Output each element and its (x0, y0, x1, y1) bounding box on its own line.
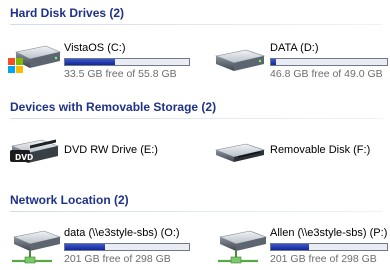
network-drive-icon (218, 230, 268, 264)
drive-tile-f[interactable]: Removable Disk (F:) (212, 130, 390, 172)
drive-usage-bar (270, 58, 388, 66)
drive-free-space: 201 GB free of 298 GB (270, 253, 377, 265)
group-title: Devices with Removable Storage (2) (10, 100, 217, 114)
drive-free-space: 46.8 GB free of 49.0 GB (270, 68, 383, 80)
hard-drive-os-icon (8, 45, 61, 73)
drive-usage-fill (271, 59, 277, 65)
dvd-drive-icon (10, 139, 60, 163)
drive-tile-e[interactable]: DVD DVD RW Drive (E:) (6, 130, 191, 172)
drive-usage-bar (64, 243, 190, 251)
drive-usage-fill (65, 59, 115, 65)
group-header-network-location[interactable]: Network Location (2) (0, 191, 390, 213)
drive-tile-o[interactable]: data (\\e3style-sbs) (O:) 201 GB free of… (6, 223, 191, 265)
drive-usage-bar (270, 243, 388, 251)
drive-usage-fill (271, 244, 309, 250)
group-title: Network Location (2) (10, 193, 129, 207)
group-divider (10, 24, 382, 25)
dvd-icon-label: DVD (15, 153, 34, 162)
drive-name: DVD RW Drive (E:) (64, 144, 158, 156)
group-title: Hard Disk Drives (2) (10, 6, 125, 20)
drive-name: Removable Disk (F:) (270, 144, 371, 156)
drive-tile-d[interactable]: DATA (D:) 46.8 GB free of 49.0 GB (212, 38, 390, 80)
drive-name: Allen (\\e3style-sbs) (P:) (270, 227, 388, 239)
drive-name: VistaOS (C:) (64, 42, 126, 54)
drive-tile-c[interactable]: VistaOS (C:) 33.5 GB free of 55.8 GB (6, 38, 191, 80)
group-header-removable-storage[interactable]: Devices with Removable Storage (2) (0, 98, 390, 120)
drive-name: data (\\e3style-sbs) (O:) (64, 227, 180, 239)
group-header-hard-disk-drives[interactable]: Hard Disk Drives (2) (0, 4, 390, 26)
network-drive-icon (12, 230, 62, 264)
hard-drive-icon (214, 49, 266, 71)
drive-free-space: 201 GB free of 298 GB (64, 253, 171, 265)
drive-usage-bar (64, 58, 190, 66)
drive-name: DATA (D:) (270, 42, 319, 54)
drive-usage-fill (65, 244, 106, 250)
drive-tile-p[interactable]: Allen (\\e3style-sbs) (P:) 201 GB free o… (212, 223, 390, 265)
removable-disk-icon (214, 143, 266, 162)
group-divider (10, 211, 382, 212)
group-divider (10, 118, 382, 119)
drive-free-space: 33.5 GB free of 55.8 GB (64, 68, 177, 80)
